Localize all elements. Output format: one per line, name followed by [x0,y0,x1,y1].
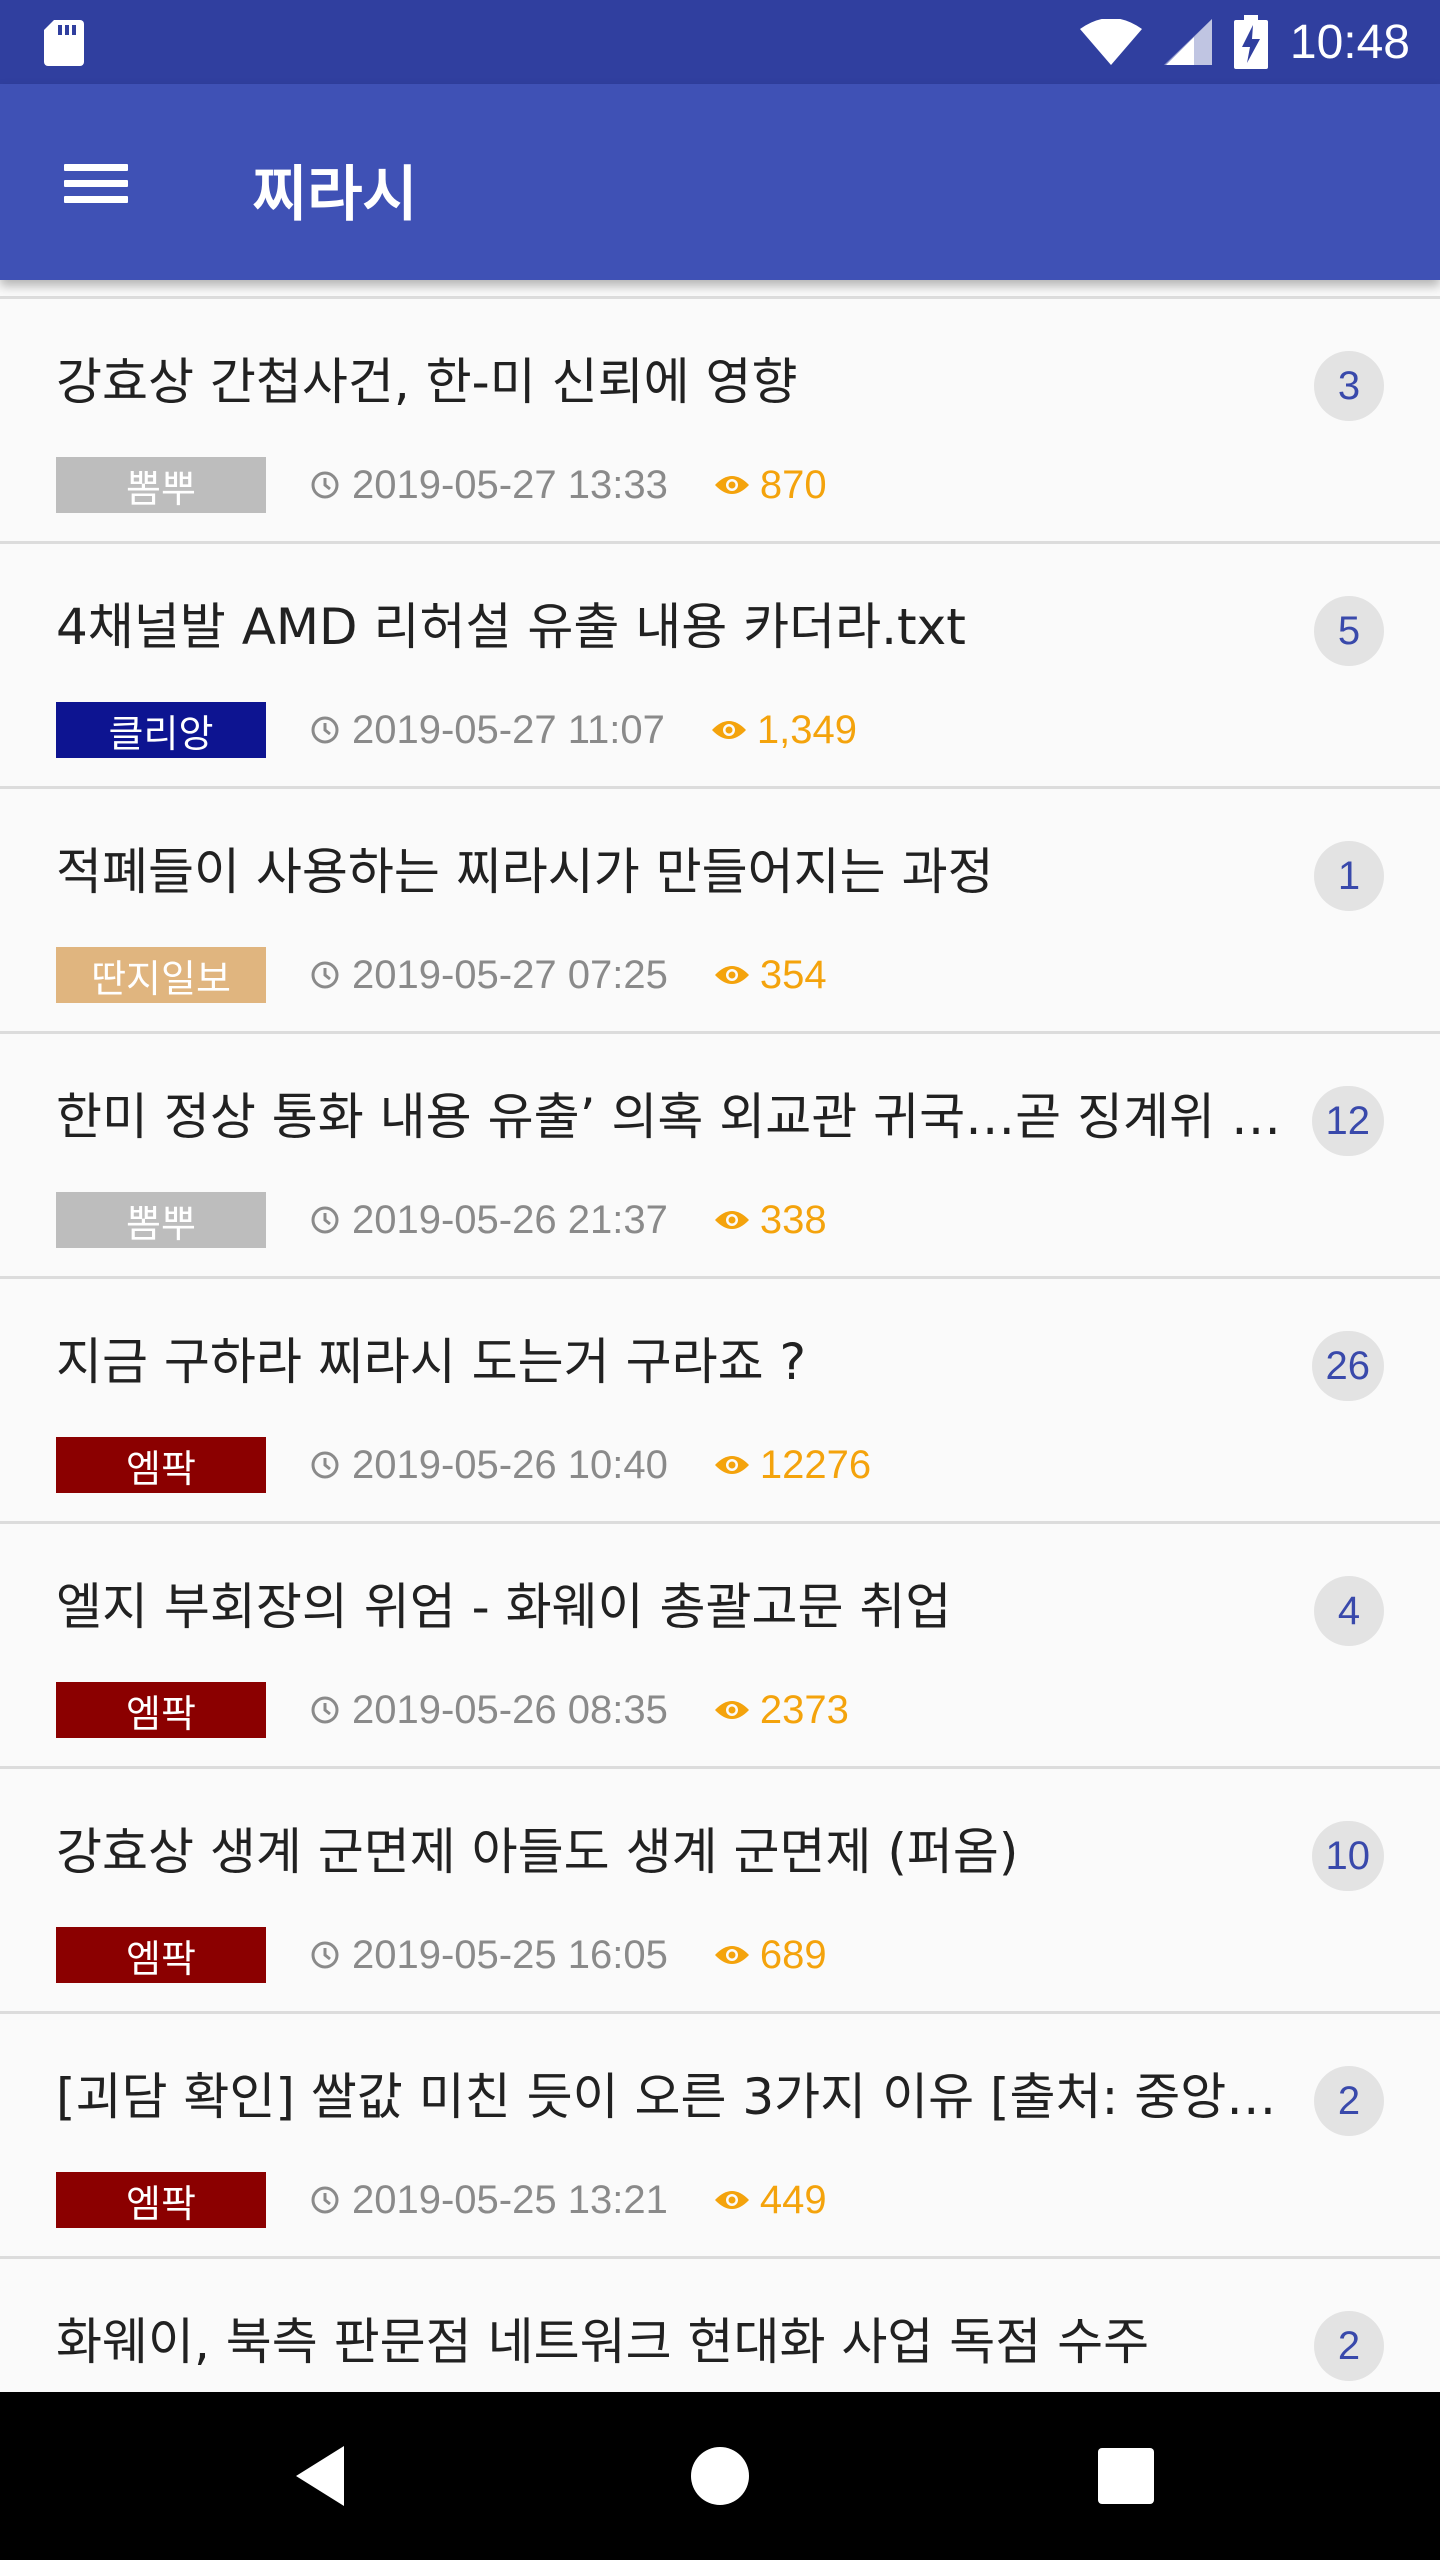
source-badge: 클리앙 [56,702,266,758]
clock-icon [311,1696,339,1724]
status-bar: 10:48 [0,0,1440,84]
post-meta: 클리앙 2019-05-27 11:07 1,349 [56,702,857,758]
view-count: 1,349 [756,707,857,752]
post-title: 강효상 생계 군면제 아들도 생계 군면제 (퍼옴) [56,1823,1019,1881]
post-title: [괴담 확인] 쌀값 미친 듯이 오른 3가지 이유 [출처: 중앙일보] [56,2068,1281,2126]
comment-count-badge: 10 [1311,1821,1384,1891]
list-item[interactable]: 지금 구하라 찌라시 도는거 구라죠 ? 26 엠팍 2019-05-26 10:40… [0,1279,1440,1524]
clock-icon [311,2186,339,2214]
view-count: 689 [759,1932,827,1977]
post-date: 2019-05-27 07:25 [352,952,668,997]
list-item[interactable]: 한미 정상 통화 내용 유출’ 의혹 외교관 귀국…곧 징계위 회부 12 뽐뿌 20… [0,1034,1440,1279]
post-list[interactable]: 강효상 간첩사건, 한-미 신뢰에 영향 3 뽐뿌 2019-05-27 13:33 8… [0,296,1440,2392]
post-meta: 엠팍 2019-05-26 10:40 12276 [56,1437,871,1493]
comment-count-badge: 26 [1311,1331,1384,1401]
post-date: 2019-05-26 10:40 [352,1442,668,1487]
clock-icon [311,716,339,744]
source-badge: 뽐뿌 [56,457,266,513]
post-date: 2019-05-25 13:21 [352,2177,668,2222]
clock-icon [311,471,339,499]
view-count: 354 [759,952,827,997]
eye-icon [714,2191,749,2209]
view-count: 2373 [759,1687,849,1732]
source-badge: 엠팍 [56,1927,266,1983]
clock-icon [311,961,339,989]
comment-count-badge: 2 [1314,2066,1384,2136]
navigation-bar [0,2392,1440,2560]
home-icon[interactable] [680,2436,760,2516]
back-icon[interactable] [286,2436,366,2516]
eye-icon [711,721,746,739]
list-item[interactable]: 강효상 간첩사건, 한-미 신뢰에 영향 3 뽐뿌 2019-05-27 13:33 8… [0,299,1440,544]
sd-card-icon [44,20,84,66]
eye-icon [714,1946,749,1964]
post-title: 한미 정상 통화 내용 유출’ 의혹 외교관 귀국…곧 징계위 회부 [56,1088,1281,1146]
post-meta: 엠팍 2019-05-25 13:21 449 [56,2172,827,2228]
list-item[interactable]: 강효상 생계 군면제 아들도 생계 군면제 (퍼옴) 10 엠팍 2019-05-25… [0,1769,1440,2014]
list-item[interactable]: 적폐들이 사용하는 찌라시가 만들어지는 과정 1 딴지일보 2019-05-27 0… [0,789,1440,1034]
clock-icon [311,1451,339,1479]
comment-count-badge: 4 [1314,1576,1384,1646]
clock-icon [311,1941,339,1969]
comment-count-badge: 2 [1314,2311,1384,2381]
battery-charging-icon [1233,15,1268,69]
view-count: 870 [759,462,827,507]
view-count: 12276 [759,1442,872,1487]
wifi-icon [1079,19,1142,65]
post-title: 지금 구하라 찌라시 도는거 구라죠 ? [56,1333,807,1391]
page-title: 찌라시 [252,160,418,230]
recents-icon[interactable] [1086,2436,1166,2516]
comment-count-badge: 3 [1314,351,1384,421]
source-badge: 엠팍 [56,2172,266,2228]
view-count: 338 [759,1197,827,1242]
comment-count-badge: 12 [1311,1086,1384,1156]
eye-icon [714,1211,749,1229]
list-item[interactable]: 화웨이, 북측 판문점 네트워크 현대화 사업 독점 수주 2 [0,2259,1440,2392]
source-badge: 엠팍 [56,1682,266,1738]
view-count: 449 [759,2177,827,2222]
post-meta: 엠팍 2019-05-26 08:35 2373 [56,1682,849,1738]
eye-icon [714,1701,749,1719]
post-title: 적폐들이 사용하는 찌라시가 만들어지는 과정 [56,843,994,901]
eye-icon [714,966,749,984]
comment-count-badge: 5 [1314,596,1384,666]
menu-icon[interactable] [64,156,132,208]
post-meta: 뽐뿌 2019-05-27 13:33 870 [56,457,827,513]
post-date: 2019-05-26 21:37 [352,1197,668,1242]
list-item[interactable]: 4채널발 AMD 리허설 유출 내용 카더라.txt 5 클리앙 2019-05-27… [0,544,1440,789]
status-time: 10:48 [1289,15,1410,69]
app-bar: 찌라시 [0,84,1440,280]
comment-count-badge: 1 [1314,841,1384,911]
post-title: 엘지 부회장의 위엄 - 화웨이 총괄고문 취업 [56,1578,952,1636]
post-date: 2019-05-26 08:35 [352,1687,668,1732]
post-meta: 엠팍 2019-05-25 16:05 689 [56,1927,827,1983]
list-item[interactable]: 엘지 부회장의 위엄 - 화웨이 총괄고문 취업 4 엠팍 2019-05-26 08… [0,1524,1440,1769]
post-meta: 딴지일보 2019-05-27 07:25 354 [56,947,827,1003]
post-date: 2019-05-25 16:05 [352,1932,668,1977]
post-meta: 뽐뿌 2019-05-26 21:37 338 [56,1192,827,1248]
clock-icon [311,1206,339,1234]
post-date: 2019-05-27 13:33 [352,462,668,507]
eye-icon [714,476,749,494]
signal-icon [1163,19,1212,65]
source-badge: 뽐뿌 [56,1192,266,1248]
post-title: 강효상 간첩사건, 한-미 신뢰에 영향 [56,353,798,411]
source-badge: 엠팍 [56,1437,266,1493]
eye-icon [714,1456,749,1474]
post-title: 4채널발 AMD 리허설 유출 내용 카더라.txt [56,598,966,656]
post-title: 화웨이, 북측 판문점 네트워크 현대화 사업 독점 수주 [56,2313,1150,2371]
post-date: 2019-05-27 11:07 [352,707,665,752]
list-item[interactable]: [괴담 확인] 쌀값 미친 듯이 오른 3가지 이유 [출처: 중앙일보] 2 엠팍… [0,2014,1440,2259]
source-badge: 딴지일보 [56,947,266,1003]
